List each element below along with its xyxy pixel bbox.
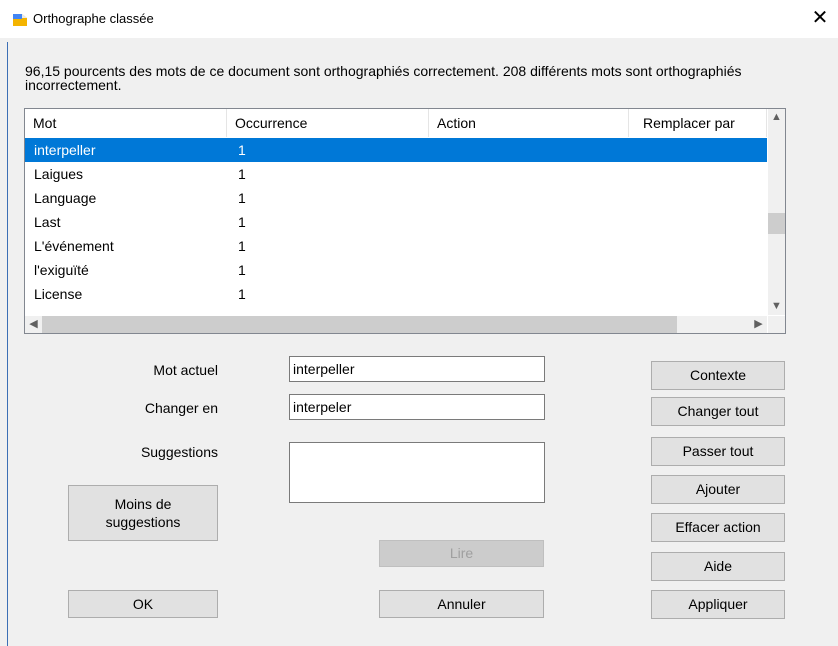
cell-mot: l'exiguïté [34, 262, 89, 278]
column-header-occurrence[interactable]: Occurrence [227, 109, 429, 137]
scrollbar-corner [768, 316, 785, 333]
scroll-down-icon[interactable]: ▼ [768, 298, 785, 315]
table-row[interactable]: Laigues 1 [25, 162, 767, 186]
appliquer-button[interactable]: Appliquer [651, 590, 785, 619]
table-header: Mot Occurrence Action Remplacer par [25, 109, 767, 137]
cell-occurrence: 1 [238, 190, 246, 206]
cell-mot: License [34, 286, 83, 302]
horizontal-scrollbar[interactable]: ◀ ▶ [25, 316, 767, 333]
aide-button[interactable]: Aide [651, 552, 785, 581]
changer-tout-button[interactable]: Changer tout [651, 397, 785, 426]
table-row[interactable]: l'exiguïté 1 [25, 258, 767, 282]
scroll-up-icon[interactable]: ▲ [768, 109, 785, 126]
table-row[interactable]: interpeller 1 [25, 138, 767, 162]
column-header-mot[interactable]: Mot [25, 109, 227, 137]
cell-mot: Language [34, 190, 97, 206]
app-icon [13, 14, 27, 26]
mot-actuel-field[interactable] [289, 356, 545, 382]
window-border [7, 42, 8, 646]
close-button[interactable]: ✕ [802, 0, 838, 38]
table-row[interactable]: L'événement 1 [25, 234, 767, 258]
changer-en-field[interactable] [289, 394, 545, 420]
mot-actuel-label: Mot actuel [153, 362, 218, 378]
scroll-left-icon[interactable]: ◀ [25, 316, 42, 333]
cell-occurrence: 1 [238, 166, 246, 182]
table-row[interactable]: Last 1 [25, 210, 767, 234]
suggestions-list[interactable] [289, 442, 545, 503]
table-row[interactable]: Language 1 [25, 186, 767, 210]
contexte-button[interactable]: Contexte [651, 361, 785, 390]
window-title: Orthographe classée [33, 11, 154, 26]
column-header-remplacer-par[interactable]: Remplacer par [629, 109, 767, 137]
vertical-scroll-thumb[interactable] [768, 213, 785, 234]
cell-occurrence: 1 [238, 214, 246, 230]
cell-mot: L'événement [34, 238, 114, 254]
info-text: 96,15 pourcents des mots de ce document … [25, 63, 742, 93]
column-header-action[interactable]: Action [429, 109, 629, 137]
horizontal-scroll-thumb[interactable] [42, 316, 677, 333]
suggestions-label: Suggestions [140, 444, 218, 460]
scroll-right-icon[interactable]: ▶ [750, 316, 767, 333]
title-bar: Orthographe classée ✕ [0, 0, 838, 38]
moins-de-suggestions-button[interactable]: Moins de suggestions [68, 485, 218, 541]
spelling-dialog: Orthographe classée ✕ 96,15 pourcents de… [0, 0, 838, 646]
cell-mot: Laigues [34, 166, 84, 182]
lire-button[interactable]: Lire [379, 540, 544, 567]
passer-tout-button[interactable]: Passer tout [651, 437, 785, 466]
ajouter-button[interactable]: Ajouter [651, 475, 785, 504]
cell-occurrence: 1 [238, 286, 246, 302]
cell-mot: interpeller [34, 142, 96, 158]
cell-occurrence: 1 [238, 262, 246, 278]
table-row[interactable]: License 1 [25, 282, 767, 306]
annuler-button[interactable]: Annuler [379, 590, 544, 618]
cell-occurrence: 1 [238, 142, 246, 158]
cell-mot: Last [34, 214, 61, 230]
cell-occurrence: 1 [238, 238, 246, 254]
vertical-scrollbar[interactable]: ▲ ▼ [768, 109, 785, 315]
changer-en-label: Changer en [144, 400, 218, 416]
ok-button[interactable]: OK [68, 590, 218, 618]
misspelled-words-table[interactable]: Mot Occurrence Action Remplacer par inte… [24, 108, 786, 334]
effacer-action-button[interactable]: Effacer action [651, 513, 785, 542]
